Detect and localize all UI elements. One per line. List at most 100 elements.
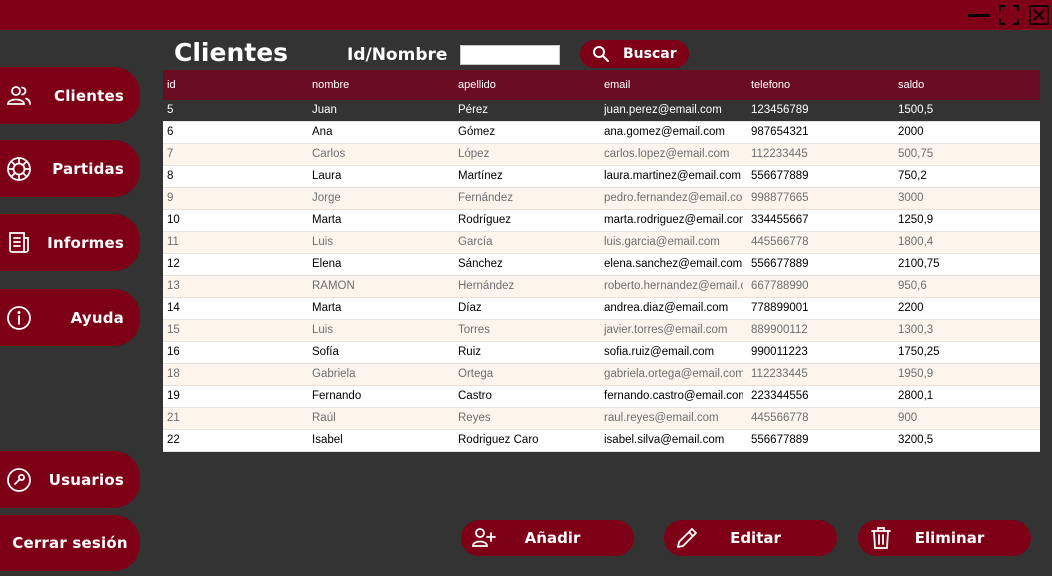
table-cell-telefono: 445566778	[751, 412, 809, 424]
table-row[interactable]: 9 Jorge Fernández pedro.fernandez@email.com…	[163, 188, 1040, 210]
table-cell-nombre: Laura	[312, 170, 342, 182]
table-cell-apellido: Sánchez	[458, 258, 503, 270]
table-cell-telefono: 123456789	[751, 104, 809, 116]
table-row[interactable]: 21 Raúl Reyes raul.reyes@email.com 445566778…	[163, 408, 1040, 430]
column-header-saldo[interactable]: saldo	[898, 79, 1038, 91]
table-cell-email: javier.torres@email.com	[604, 324, 728, 336]
table-row[interactable]: 19 Fernando Castro fernando.castro@email.co…	[163, 386, 1040, 408]
table-cell-saldo: 1750,25	[898, 346, 940, 358]
delete-button-label: Eliminar	[914, 529, 985, 547]
table-row[interactable]: 18 Gabriela Ortega gabriela.ortega@email.co…	[163, 364, 1040, 386]
table-cell-saldo: 1950,9	[898, 368, 934, 380]
table-cell-email: marta.rodriguez@email.com	[604, 214, 743, 226]
table-row[interactable]: 15 Luis Torres javier.torres@email.com 88990…	[163, 320, 1040, 342]
table-cell-saldo: 2000	[898, 126, 924, 138]
table-cell-id: 10	[167, 214, 180, 226]
sidebar-item-informes[interactable]: Informes	[0, 214, 140, 271]
column-header-apellido[interactable]: apellido	[458, 79, 598, 91]
table-cell-apellido: Torres	[458, 324, 490, 336]
table-row[interactable]: 7 Carlos López carlos.lopez@email.com 112233…	[163, 144, 1040, 166]
table-cell-nombre: Carlos	[312, 148, 346, 160]
table-row[interactable]: 13 RAMON Hernández roberto.hernandez@email.…	[163, 276, 1040, 298]
table-cell-saldo: 1250,9	[898, 214, 934, 226]
sidebar-item-clientes[interactable]: Clientes	[0, 67, 140, 124]
column-header-email[interactable]: email	[604, 79, 743, 91]
table-cell-saldo: 3200,5	[898, 434, 934, 446]
table-cell-apellido: Rodriguez Caro	[458, 434, 539, 446]
table-cell-apellido: López	[458, 148, 490, 160]
table-cell-apellido: Martínez	[458, 170, 503, 182]
table-header: id nombre apellido email telefono saldo	[163, 70, 1040, 100]
table-cell-saldo: 2100,75	[898, 258, 940, 270]
search-button[interactable]: Buscar	[580, 40, 689, 68]
table-cell-id: 13	[167, 280, 180, 292]
table-cell-telefono: 990011223	[751, 346, 808, 358]
table-cell-id: 16	[167, 346, 180, 358]
table-cell-nombre: Isabel	[312, 434, 343, 446]
table-cell-nombre: Marta	[312, 302, 342, 314]
table-cell-email: pedro.fernandez@email.com	[604, 192, 743, 204]
search-label: Id/Nombre	[347, 45, 448, 65]
maximize-icon[interactable]	[998, 4, 1020, 26]
table-row[interactable]: 8 Laura Martínez laura.martinez@email.com 55…	[163, 166, 1040, 188]
table-cell-apellido: Gómez	[458, 126, 496, 138]
report-icon	[6, 230, 32, 256]
table-cell-nombre: Luis	[312, 324, 334, 336]
table-cell-nombre: Marta	[312, 214, 342, 226]
edit-button-label: Editar	[730, 529, 781, 547]
info-icon	[6, 305, 32, 331]
table-cell-email: isabel.silva@email.com	[604, 434, 725, 446]
table-cell-nombre: Elena	[312, 258, 342, 270]
column-header-telefono[interactable]: telefono	[751, 79, 891, 91]
table-row[interactable]: 12 Elena Sánchez elena.sanchez@email.com 556…	[163, 254, 1040, 276]
table-cell-nombre: Luis	[312, 236, 334, 248]
sidebar-item-partidas[interactable]: Partidas	[0, 140, 140, 197]
table-cell-id: 5	[167, 104, 174, 116]
table-cell-telefono: 889900112	[751, 324, 808, 336]
add-button-label: Añadir	[524, 529, 581, 547]
table-cell-nombre: Fernando	[312, 390, 362, 402]
minimize-icon[interactable]	[968, 4, 990, 26]
table-cell-telefono: 778899001	[751, 302, 809, 314]
table-cell-saldo: 3000	[898, 192, 924, 204]
table-row[interactable]: 10 Marta Rodríguez marta.rodriguez@email.co…	[163, 210, 1040, 232]
table-cell-id: 15	[167, 324, 180, 336]
column-header-id[interactable]: id	[167, 79, 307, 91]
table-cell-saldo: 2200	[898, 302, 924, 314]
sidebar-item-ayuda[interactable]: Ayuda	[0, 289, 140, 346]
table-cell-apellido: García	[458, 236, 493, 248]
table-cell-email: fernando.castro@email.com	[604, 390, 743, 402]
table-cell-telefono: 987654321	[751, 126, 809, 138]
add-button[interactable]: Añadir	[461, 520, 634, 556]
poker-chip-icon	[6, 156, 32, 182]
table-row[interactable]: 6 Ana Gómez ana.gomez@email.com 987654321 200…	[163, 122, 1040, 144]
edit-button[interactable]: Editar	[664, 520, 837, 556]
table-cell-email: andrea.diaz@email.com	[604, 302, 729, 314]
search-input[interactable]	[460, 45, 560, 65]
table-cell-email: laura.martinez@email.com	[604, 170, 741, 182]
table-cell-id: 8	[167, 170, 174, 182]
table-row[interactable]: 11 Luis García luis.garcia@email.com 4455667…	[163, 232, 1040, 254]
table-cell-telefono: 112233445	[751, 368, 808, 380]
table-cell-email: luis.garcia@email.com	[604, 236, 720, 248]
table-cell-apellido: Ruiz	[458, 346, 482, 358]
table-cell-saldo: 500,75	[898, 148, 934, 160]
table-cell-id: 21	[167, 412, 180, 424]
table-row[interactable]: 16 Sofía Ruiz sofia.ruiz@email.com 990011223…	[163, 342, 1040, 364]
delete-button[interactable]: Eliminar	[858, 520, 1031, 556]
close-icon[interactable]	[1028, 4, 1050, 26]
clients-table[interactable]: id nombre apellido email telefono saldo …	[163, 70, 1040, 452]
table-row[interactable]: 14 Marta Díaz andrea.diaz@email.com 77889900…	[163, 298, 1040, 320]
table-row[interactable]: 5 Juan Pérez juan.perez@email.com 123456789 1…	[163, 100, 1040, 122]
table-row[interactable]: 22 Isabel Rodriguez Caro isabel.silva@email…	[163, 430, 1040, 452]
table-cell-apellido: Rodríguez	[458, 214, 512, 226]
table-cell-telefono: 998877665	[751, 192, 809, 204]
sidebar-item-usuarios[interactable]: Usuarios	[0, 451, 140, 508]
logout-label: Cerrar sesión	[12, 534, 128, 552]
column-header-nombre[interactable]: nombre	[312, 79, 452, 91]
table-cell-id: 7	[167, 148, 174, 160]
table-cell-saldo: 1300,3	[898, 324, 934, 336]
logout-button[interactable]: Cerrar sesión	[0, 515, 140, 571]
table-cell-email: sofia.ruiz@email.com	[604, 346, 715, 358]
table-cell-nombre: Juan	[312, 104, 337, 116]
